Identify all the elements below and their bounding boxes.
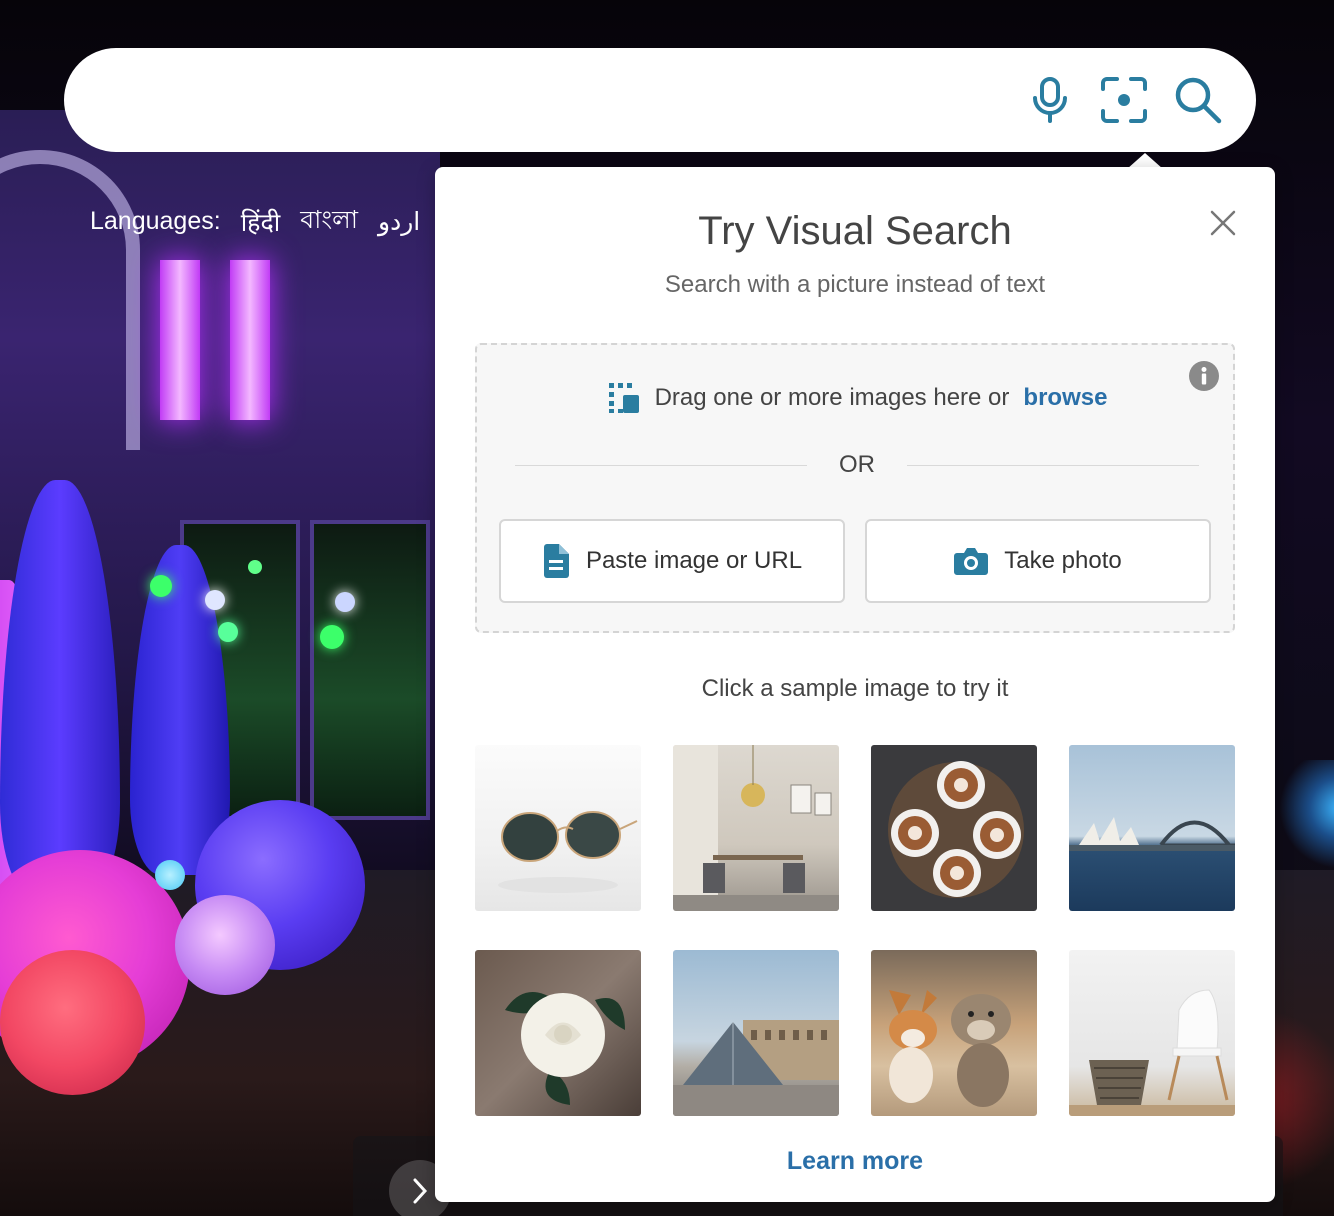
background-pillar (160, 260, 200, 420)
languages-label: Languages: (90, 207, 221, 235)
sample-image-chair-basket[interactable] (1069, 950, 1235, 1116)
language-link-bengali[interactable]: বাংলা (300, 200, 358, 243)
drag-text: Drag one or more images here or (654, 384, 1010, 411)
camera-icon (954, 548, 989, 575)
background-light (218, 622, 238, 642)
search-bar (64, 48, 1256, 152)
language-link-hindi[interactable]: हिंदी (241, 205, 281, 239)
document-icon (543, 544, 569, 578)
sample-image-sunglasses[interactable] (475, 745, 641, 911)
divider-line (515, 464, 807, 466)
background-light (335, 592, 355, 612)
popup-title: Try Visual Search (698, 209, 1012, 253)
image-dropzone[interactable]: Drag one or more images here or browse O… (475, 343, 1235, 633)
background-arch (0, 150, 140, 450)
sample-image-latte-art[interactable] (871, 745, 1037, 911)
background-window (310, 520, 430, 820)
background-light (320, 625, 344, 649)
background-light (205, 590, 225, 610)
divider-line (907, 464, 1199, 466)
sample-image-dining-room[interactable] (673, 745, 839, 911)
learn-more-link[interactable]: Learn more (435, 1147, 1275, 1176)
background-light (1270, 760, 1334, 880)
sample-caption: Click a sample image to try it (701, 675, 1009, 702)
background-light (248, 560, 262, 574)
search-input[interactable] (104, 78, 1004, 122)
paste-image-button[interactable]: Paste image or URL (499, 519, 845, 603)
microphone-icon[interactable] (1024, 74, 1076, 126)
take-photo-button[interactable]: Take photo (865, 519, 1211, 603)
background-pillar (230, 260, 270, 420)
background-ball (175, 895, 275, 995)
close-button[interactable] (1205, 205, 1241, 241)
background-ball (155, 860, 185, 890)
sample-image-louvre-pyramid[interactable] (673, 950, 839, 1116)
or-label: OR (839, 451, 875, 478)
search-icon[interactable] (1172, 74, 1224, 126)
drag-instructions: Drag one or more images here or browse (477, 381, 1237, 415)
browse-link[interactable]: browse (1023, 384, 1107, 412)
or-divider: OR (515, 451, 1199, 479)
close-icon (1210, 210, 1236, 236)
sample-image-dogs[interactable] (871, 950, 1037, 1116)
sample-image-sydney-opera-house[interactable] (1069, 745, 1235, 911)
visual-search-icon[interactable] (1098, 74, 1150, 126)
visual-search-popup: Try Visual Search Search with a picture … (435, 167, 1275, 1202)
background-ball (0, 950, 145, 1095)
sample-image-white-rose[interactable] (475, 950, 641, 1116)
popup-subtitle: Search with a picture instead of text (664, 271, 1046, 298)
languages-bar: Languages: हिंदी বাংলা اردو (90, 200, 420, 243)
background-light (150, 575, 172, 597)
chevron-right-icon (413, 1178, 428, 1204)
paste-image-label: Paste image or URL (585, 547, 803, 574)
drop-image-icon (608, 383, 639, 413)
take-photo-label: Take photo (1004, 547, 1122, 574)
language-link-urdu[interactable]: اردو (378, 207, 420, 237)
